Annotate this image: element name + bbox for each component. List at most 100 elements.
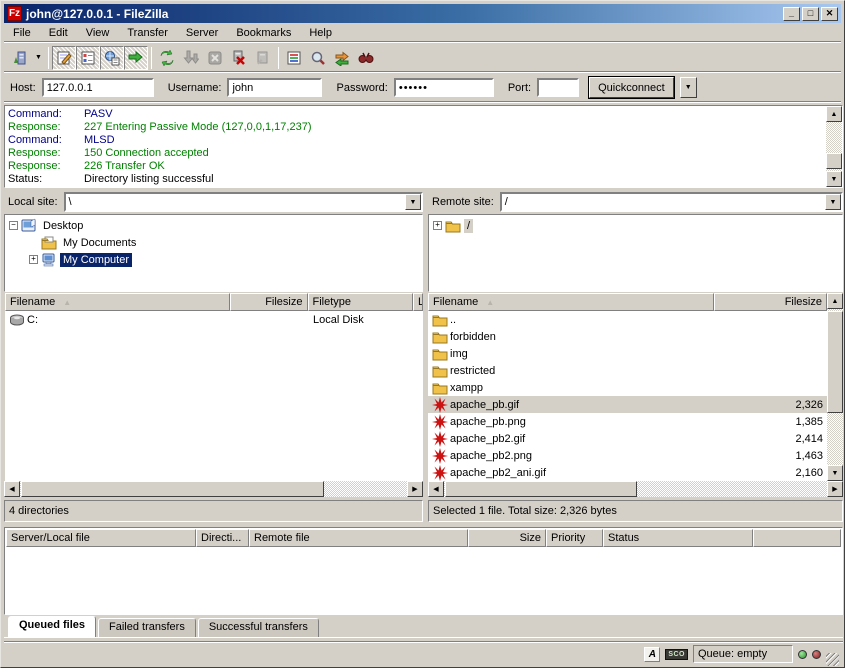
host-input[interactable]: [42, 78, 154, 97]
remote-file-row[interactable]: forbidden: [428, 328, 827, 345]
remote-file-list: .. forbidden img restricted xampp apache: [428, 311, 827, 481]
chevron-down-icon[interactable]: ▼: [825, 194, 841, 210]
column-filename[interactable]: Filename▲: [5, 293, 230, 311]
filter-button[interactable]: [282, 46, 306, 70]
site-manager-button[interactable]: [8, 46, 32, 70]
remote-file-row-selected[interactable]: apache_pb.gif 2,326: [428, 396, 827, 413]
my-documents-icon: [41, 235, 57, 251]
menu-view[interactable]: View: [77, 25, 119, 41]
remote-site-combo[interactable]: / ▼: [500, 192, 843, 212]
toolbar-separator: [48, 47, 49, 69]
tree-item-desktop[interactable]: − Desktop: [9, 217, 422, 234]
site-manager-dropdown[interactable]: ▼: [32, 46, 45, 70]
scroll-right-icon[interactable]: ▶: [827, 481, 843, 497]
find-files-button[interactable]: [354, 46, 378, 70]
menu-server[interactable]: Server: [177, 25, 227, 41]
disconnect-button[interactable]: [227, 46, 251, 70]
column-status[interactable]: Status: [603, 529, 753, 547]
remote-file-row[interactable]: restricted: [428, 362, 827, 379]
title-bar[interactable]: Fz john@127.0.0.1 - FileZilla _ □ ✕: [4, 4, 841, 23]
remote-file-row[interactable]: apache_pb.png 1,385: [428, 413, 827, 430]
toggle-local-tree-button[interactable]: [76, 46, 100, 70]
column-server-local-file[interactable]: Server/Local file: [6, 529, 196, 547]
toggle-queue-button[interactable]: [124, 46, 148, 70]
column-filesize[interactable]: Filesize: [714, 293, 827, 311]
maximize-button[interactable]: □: [802, 7, 819, 21]
scroll-up-icon[interactable]: ▲: [826, 106, 842, 122]
tab-successful-transfers[interactable]: Successful transfers: [198, 618, 319, 637]
tree-item-my-documents[interactable]: My Documents: [9, 234, 422, 251]
chevron-down-icon[interactable]: ▼: [405, 194, 421, 210]
local-site-combo[interactable]: \ ▼: [64, 192, 423, 212]
column-last-modified[interactable]: L: [413, 293, 423, 311]
log-label: Command:: [8, 134, 84, 147]
process-queue-button[interactable]: [179, 46, 203, 70]
scroll-thumb[interactable]: [21, 481, 324, 497]
scroll-left-icon[interactable]: ◀: [428, 481, 444, 497]
scroll-thumb[interactable]: [445, 481, 637, 497]
file-size: 2,326: [714, 399, 827, 411]
minimize-button[interactable]: _: [783, 7, 800, 21]
log-scrollbar[interactable]: ▲ ▼: [826, 106, 842, 187]
site-manager-icon: [12, 50, 28, 66]
compare-button[interactable]: [306, 46, 330, 70]
activity-led-red: [812, 650, 821, 659]
menu-file[interactable]: File: [4, 25, 40, 41]
toggle-log-button[interactable]: [52, 46, 76, 70]
remote-file-row[interactable]: img: [428, 345, 827, 362]
column-size[interactable]: Size: [468, 529, 546, 547]
local-status-text: 4 directories: [9, 505, 69, 517]
filter-icon: [286, 50, 302, 66]
remote-file-row[interactable]: xampp: [428, 379, 827, 396]
column-filesize[interactable]: Filesize: [230, 293, 308, 311]
quickconnect-dropdown[interactable]: ▼: [680, 77, 697, 98]
tab-failed-transfers[interactable]: Failed transfers: [98, 618, 196, 637]
column-filename[interactable]: Filename▲: [428, 293, 714, 311]
menu-edit[interactable]: Edit: [40, 25, 77, 41]
tree-item-root[interactable]: + /: [433, 217, 842, 234]
scroll-thumb[interactable]: [827, 311, 843, 413]
scroll-thumb[interactable]: [826, 153, 842, 169]
close-button[interactable]: ✕: [821, 7, 838, 21]
column-filetype[interactable]: Filetype: [308, 293, 414, 311]
remote-file-row[interactable]: apache_pb2.gif 2,414: [428, 430, 827, 447]
column-remote-file[interactable]: Remote file: [249, 529, 468, 547]
scroll-right-icon[interactable]: ▶: [407, 481, 423, 497]
password-input[interactable]: [394, 78, 494, 97]
remote-file-row[interactable]: apache_pb2.png 1,463: [428, 447, 827, 464]
log-label: Response:: [8, 121, 84, 134]
port-input[interactable]: [537, 78, 579, 97]
scroll-down-icon[interactable]: ▼: [826, 171, 842, 187]
column-priority[interactable]: Priority: [546, 529, 603, 547]
remote-file-row[interactable]: apache_pb2_ani.gif 2,160: [428, 464, 827, 481]
remote-vscrollbar[interactable]: ▲ ▼: [827, 293, 843, 481]
refresh-button[interactable]: [155, 46, 179, 70]
resize-grip[interactable]: [826, 653, 839, 666]
tree-item-my-computer[interactable]: + My Computer: [9, 251, 422, 268]
local-list-header: Filename▲ Filesize Filetype L: [5, 293, 423, 311]
scroll-left-icon[interactable]: ◀: [4, 481, 20, 497]
tree-label-selected: My Computer: [60, 253, 132, 267]
cancel-button[interactable]: [203, 46, 227, 70]
tab-queued-files[interactable]: Queued files: [8, 616, 96, 637]
menu-bookmarks[interactable]: Bookmarks: [227, 25, 300, 41]
remote-hscrollbar[interactable]: ◀ ▶: [428, 481, 843, 497]
menu-help[interactable]: Help: [300, 25, 341, 41]
remote-tree: + /: [428, 214, 843, 292]
reconnect-button[interactable]: [251, 46, 275, 70]
expand-icon[interactable]: +: [29, 255, 38, 264]
local-hscrollbar[interactable]: ◀ ▶: [4, 481, 423, 497]
scroll-up-icon[interactable]: ▲: [827, 293, 843, 309]
collapse-icon[interactable]: −: [9, 221, 18, 230]
quickconnect-button[interactable]: Quickconnect: [589, 77, 674, 98]
column-direction[interactable]: Directi...: [196, 529, 249, 547]
menu-transfer[interactable]: Transfer: [118, 25, 177, 41]
remote-tree-icon: [104, 50, 120, 66]
sync-browse-button[interactable]: [330, 46, 354, 70]
local-file-row[interactable]: C: Local Disk: [5, 311, 423, 328]
toggle-remote-tree-button[interactable]: [100, 46, 124, 70]
scroll-down-icon[interactable]: ▼: [827, 465, 843, 481]
remote-file-row[interactable]: ..: [428, 311, 827, 328]
username-input[interactable]: [227, 78, 322, 97]
expand-icon[interactable]: +: [433, 221, 442, 230]
